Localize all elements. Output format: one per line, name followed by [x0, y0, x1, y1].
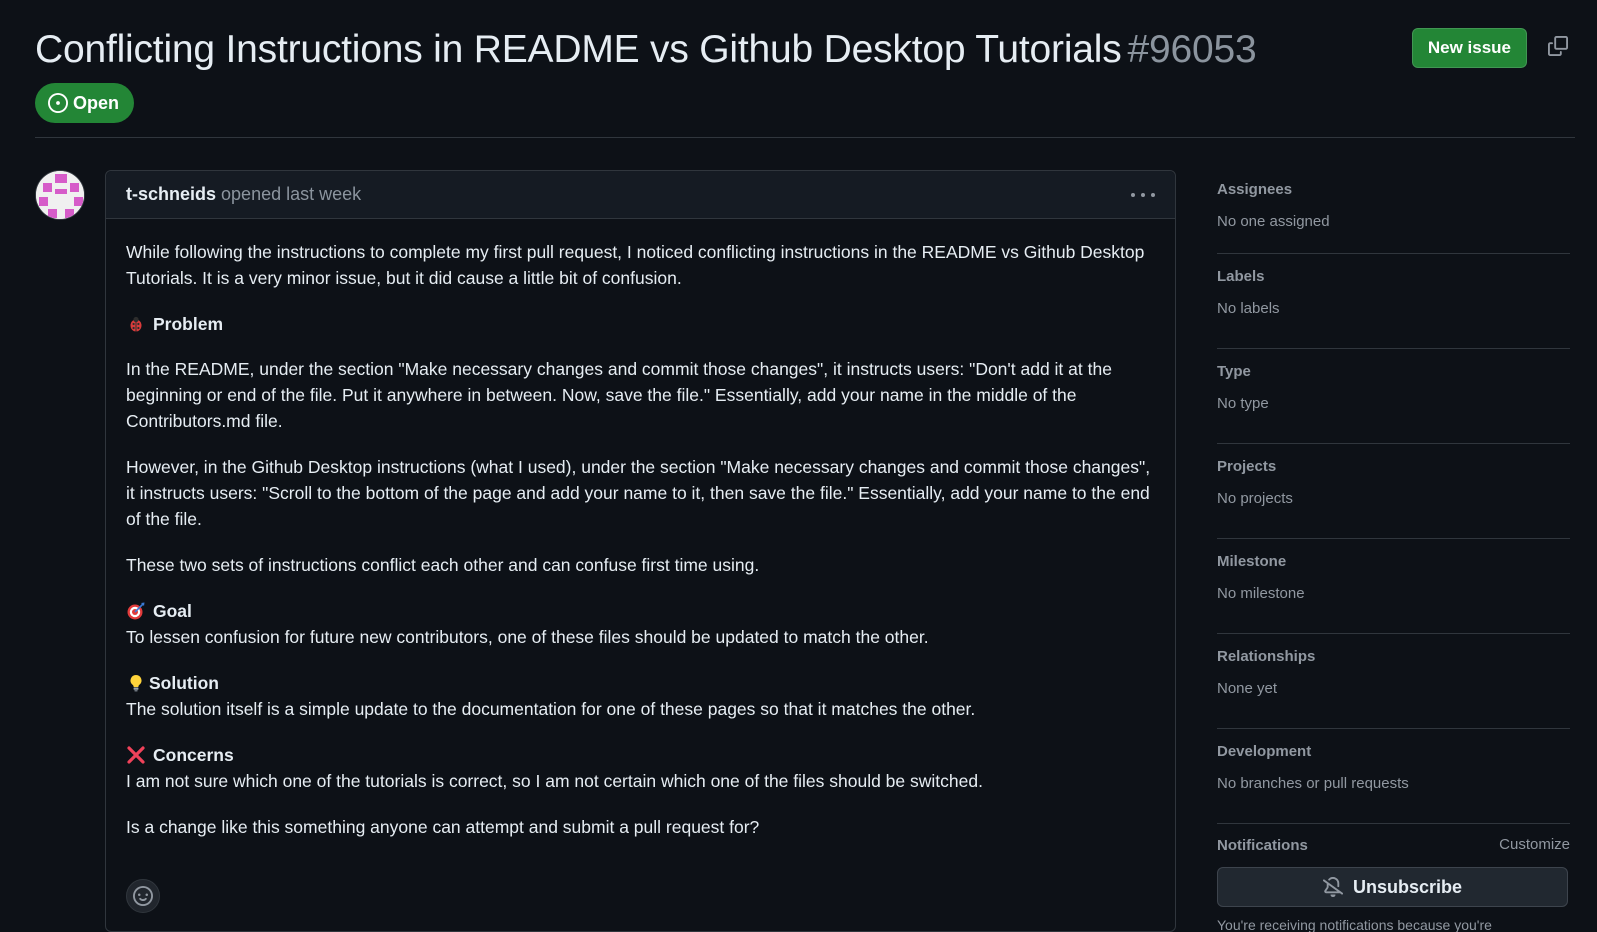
development-label[interactable]: Development [1217, 742, 1570, 762]
type-label[interactable]: Type [1217, 362, 1570, 382]
add-reaction-button[interactable] [126, 879, 160, 913]
labels-label[interactable]: Labels [1217, 267, 1570, 287]
goal-heading-text: Goal [153, 601, 192, 621]
issue-number: #96053 [1127, 28, 1257, 71]
problem-paragraph-3: These two sets of instructions conflict … [126, 555, 760, 575]
new-issue-button[interactable]: New issue [1411, 28, 1527, 68]
intro-paragraph: While following the instructions to comp… [126, 242, 1145, 288]
issue-title: Conflicting Instructions in README vs Gi… [35, 24, 1257, 76]
sidebar-type[interactable]: Type No type [1217, 349, 1570, 444]
customize-link[interactable]: Customize [1499, 836, 1570, 856]
assignees-label[interactable]: Assignees [1217, 180, 1570, 200]
concerns-heading: Concerns [126, 742, 1155, 768]
concerns-paragraph: I am not sure which one of the tutorials… [126, 771, 983, 791]
concerns-section: Concerns I am not sure which one of the … [126, 742, 1155, 794]
author-avatar[interactable] [35, 170, 85, 220]
comment-timestamp[interactable]: opened last week [221, 184, 361, 205]
goal-paragraph: To lessen confusion for future new contr… [126, 627, 929, 647]
problem-heading-text: Problem [153, 314, 224, 334]
smiley-icon [133, 886, 153, 906]
problem-heading: Problem [126, 311, 1155, 337]
problem-paragraph-2: However, in the Github Desktop instructi… [126, 457, 1151, 529]
sidebar-relationships[interactable]: Relationships None yet [1217, 634, 1570, 729]
labels-value: No labels [1217, 300, 1280, 317]
unsubscribe-button[interactable]: Unsubscribe [1217, 867, 1568, 907]
comment-author[interactable]: t-schneids [126, 184, 216, 205]
issue-comment: t-schneids opened last week While follow… [105, 170, 1176, 932]
notifications-label: Notifications [1217, 837, 1308, 854]
development-value: No branches or pull requests [1217, 775, 1409, 792]
goal-heading: Goal [126, 598, 1155, 624]
concerns-heading-text: Concerns [153, 745, 234, 765]
light-bulb-emoji [130, 675, 142, 692]
goal-section: Goal To lessen confusion for future new … [126, 598, 1155, 650]
sidebar-development[interactable]: Development No branches or pull requests [1217, 729, 1570, 824]
unsubscribe-label: Unsubscribe [1352, 876, 1463, 897]
milestone-value: No milestone [1217, 585, 1305, 602]
notifications-note: You're receiving notifications because y… [1217, 917, 1492, 932]
bell-slash-icon [1322, 877, 1343, 897]
solution-heading-text: Solution [149, 673, 219, 693]
header-divider [35, 137, 1575, 138]
issue-state-label: Open [73, 92, 120, 113]
sidebar-notifications: Notifications Customize Unsubscribe You'… [1217, 824, 1570, 932]
comment-body: While following the instructions to comp… [106, 219, 1175, 840]
identicon [36, 171, 84, 219]
direct-hit-emoji [127, 602, 145, 620]
solution-section: Solution The solution itself is a simple… [126, 670, 1155, 722]
projects-value: No projects [1217, 490, 1293, 507]
sidebar-projects[interactable]: Projects No projects [1217, 444, 1570, 539]
sidebar-assignees[interactable]: Assignees No one assigned [1217, 170, 1570, 254]
issue-sidebar: Assignees No one assigned Labels No labe… [1217, 170, 1570, 932]
comment-options-button[interactable] [1131, 187, 1155, 203]
relationships-label[interactable]: Relationships [1217, 647, 1570, 667]
projects-label[interactable]: Projects [1217, 457, 1570, 477]
problem-paragraph-1: In the README, under the section "Make n… [126, 359, 1112, 431]
type-value: No type [1217, 395, 1269, 412]
issue-title-text: Conflicting Instructions in README vs Gi… [35, 28, 1122, 71]
issue-header: Conflicting Instructions in README vs Gi… [35, 24, 1573, 123]
copy-icon[interactable] [1548, 36, 1568, 56]
sidebar-labels[interactable]: Labels No labels [1217, 254, 1570, 349]
milestone-label[interactable]: Milestone [1217, 552, 1570, 572]
solution-heading: Solution [126, 670, 1155, 696]
closing-paragraph: Is a change like this something anyone c… [126, 817, 760, 837]
bug-emoji [130, 316, 142, 332]
relationships-value: None yet [1217, 680, 1278, 697]
issue-state-badge: Open [35, 83, 135, 123]
sidebar-milestone[interactable]: Milestone No milestone [1217, 539, 1570, 634]
issue-opened-icon [48, 93, 68, 113]
comment-header: t-schneids opened last week [106, 171, 1175, 219]
assignees-value: No one assigned [1217, 213, 1330, 230]
cross-mark-emoji [127, 746, 145, 764]
solution-paragraph: The solution itself is a simple update t… [126, 699, 976, 719]
